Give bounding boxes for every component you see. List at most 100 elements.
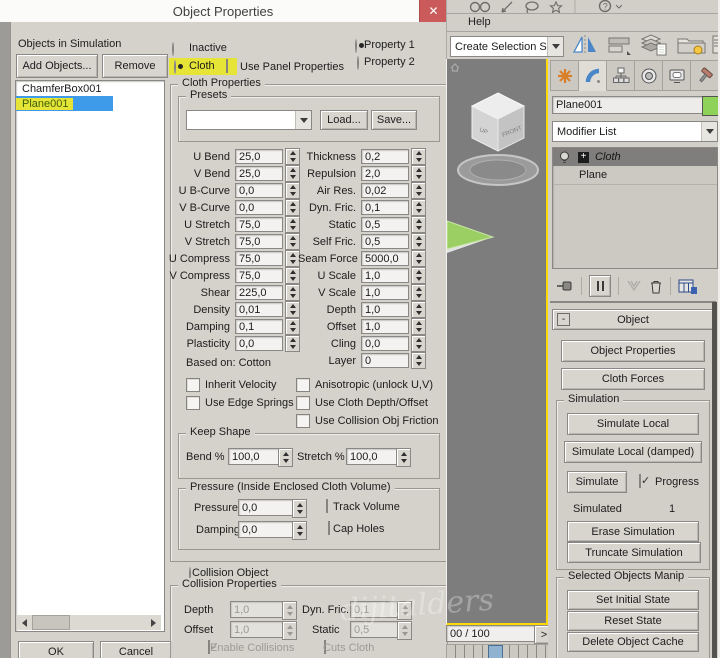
create-tab[interactable] [550, 60, 579, 91]
spinner[interactable] [411, 267, 426, 284]
param-field[interactable]: 0,0 [361, 336, 409, 351]
object-rollout-header[interactable]: - Object [552, 309, 714, 330]
set-initial-state-button[interactable]: Set Initial State [567, 590, 699, 610]
object-color-swatch[interactable] [702, 96, 719, 116]
param-field[interactable]: 0,0 [235, 336, 283, 351]
bend-field[interactable]: 100,0 [228, 448, 280, 465]
param-field[interactable]: 0,2 [361, 149, 409, 164]
close-button[interactable]: ✕ [419, 0, 447, 22]
modifier-stack-row-selected[interactable]: + Cloth [553, 148, 717, 166]
menu-help[interactable]: Help [468, 16, 491, 28]
checkbox[interactable] [296, 396, 310, 410]
param-field[interactable]: 25,0 [235, 166, 283, 181]
param-field[interactable]: 0,0 [235, 200, 283, 215]
pressure-spinner[interactable] [292, 499, 307, 518]
param-field[interactable]: 1,0 [361, 285, 409, 300]
param-field[interactable]: 75,0 [235, 251, 283, 266]
timeline-ruler[interactable] [446, 644, 560, 658]
utilities-tab[interactable] [691, 60, 719, 91]
collapse-minus-icon[interactable]: - [557, 313, 570, 326]
spinner[interactable] [411, 199, 426, 216]
param-field[interactable]: 0,5 [361, 234, 409, 249]
delete-object-cache-button[interactable]: Delete Object Cache [567, 632, 699, 652]
list-horizontal-scrollbar[interactable] [17, 615, 161, 630]
frame-counter-field[interactable]: 00 / 100 [446, 625, 537, 642]
spinner[interactable] [411, 335, 426, 352]
load-button[interactable]: Load... [320, 110, 368, 130]
configure-modifier-sets-icon[interactable] [678, 278, 698, 295]
hierarchy-tab[interactable] [607, 60, 635, 91]
bend-spinner[interactable] [278, 448, 293, 467]
param-field[interactable]: 1,0 [361, 302, 409, 317]
chevron-down-icon[interactable] [547, 37, 563, 56]
param-field[interactable]: 0,1 [361, 200, 409, 215]
param-field[interactable]: 5000,0 [361, 251, 409, 266]
chevron-down-icon[interactable] [701, 122, 717, 141]
simulate-button[interactable]: Simulate [567, 471, 627, 493]
binoculars-icon[interactable] [468, 1, 492, 13]
selection-set-dropdown[interactable]: Create Selection Se [450, 36, 564, 57]
spinner[interactable] [411, 250, 426, 267]
object-properties-button[interactable]: Object Properties [561, 340, 705, 362]
simulate-local-damped-button[interactable]: Simulate Local (damped) [564, 441, 702, 463]
param-field[interactable]: 75,0 [235, 234, 283, 249]
object-name-field[interactable]: Plane001 [552, 96, 704, 114]
spinner[interactable] [411, 165, 426, 182]
viewcube-home-icon[interactable] [450, 63, 460, 72]
plane-object[interactable] [447, 217, 499, 257]
objects-listbox[interactable]: ChamferBox001 Plane001 [15, 80, 165, 632]
modifier-stack[interactable]: + Cloth Plane [552, 147, 718, 269]
show-end-result-icon[interactable] [589, 275, 611, 297]
param-field[interactable]: 0,02 [361, 183, 409, 198]
reset-state-button[interactable]: Reset State [567, 611, 699, 631]
spinner[interactable] [411, 216, 426, 233]
stretch-spinner[interactable] [396, 448, 411, 467]
rectangles-icon[interactable] [606, 36, 632, 55]
pressure-field[interactable]: 0,0 [238, 499, 294, 516]
dialog-titlebar[interactable]: Object Properties [0, 0, 446, 23]
scrollbar-thumb[interactable] [32, 615, 70, 630]
checkbox[interactable] [186, 396, 200, 410]
motion-tab[interactable] [635, 60, 663, 91]
chevron-down-icon[interactable] [295, 111, 311, 129]
star-icon[interactable] [549, 1, 563, 13]
folder-lightbulb-icon[interactable] [676, 33, 708, 56]
stretch-field[interactable]: 100,0 [346, 448, 398, 465]
spinner[interactable] [411, 148, 426, 165]
param-field[interactable]: 0 [361, 353, 409, 368]
pressure-damping-field[interactable]: 0,0 [238, 521, 294, 538]
expand-plus-icon[interactable]: + [578, 152, 589, 163]
checkbox[interactable] [296, 378, 310, 392]
spinner[interactable] [411, 182, 426, 199]
modify-tab[interactable] [579, 60, 607, 91]
pin-stack-icon[interactable] [556, 279, 574, 293]
scroll-right-arrow-icon[interactable] [146, 615, 161, 630]
make-unique-icon[interactable] [626, 279, 642, 293]
param-field[interactable]: 25,0 [235, 149, 283, 164]
spinner[interactable] [411, 301, 426, 318]
modifier-list-dropdown[interactable]: Modifier List [552, 121, 718, 142]
display-tab[interactable] [663, 60, 691, 91]
cancel-button[interactable]: Cancel [100, 641, 172, 658]
viewport[interactable]: UP FRONT [446, 59, 548, 626]
inactive-radio[interactable] [172, 42, 174, 56]
track-volume-checkbox[interactable] [326, 499, 328, 513]
ok-button[interactable]: OK [18, 641, 94, 658]
checkbox[interactable] [186, 378, 200, 392]
cap-holes-checkbox[interactable] [328, 521, 330, 535]
param-field[interactable]: 0,1 [235, 319, 283, 334]
lightbulb-icon[interactable] [559, 151, 570, 164]
cloth-radio[interactable] [174, 60, 176, 74]
param-field[interactable]: 1,0 [361, 268, 409, 283]
viewcube[interactable]: UP FRONT [455, 75, 541, 193]
param-field[interactable]: 2,0 [361, 166, 409, 181]
param-field[interactable]: 0,01 [235, 302, 283, 317]
pressure-damping-spinner[interactable] [292, 521, 307, 540]
presets-dropdown[interactable] [186, 110, 312, 130]
use-panel-properties-checkbox[interactable] [226, 59, 228, 73]
scroll-left-arrow-icon[interactable] [17, 615, 32, 630]
list-item[interactable]: ChamferBox001 [16, 81, 164, 96]
param-field[interactable]: 75,0 [235, 217, 283, 232]
list-item-selected[interactable]: Plane001 [16, 96, 113, 111]
cloth-forces-button[interactable]: Cloth Forces [561, 368, 705, 390]
